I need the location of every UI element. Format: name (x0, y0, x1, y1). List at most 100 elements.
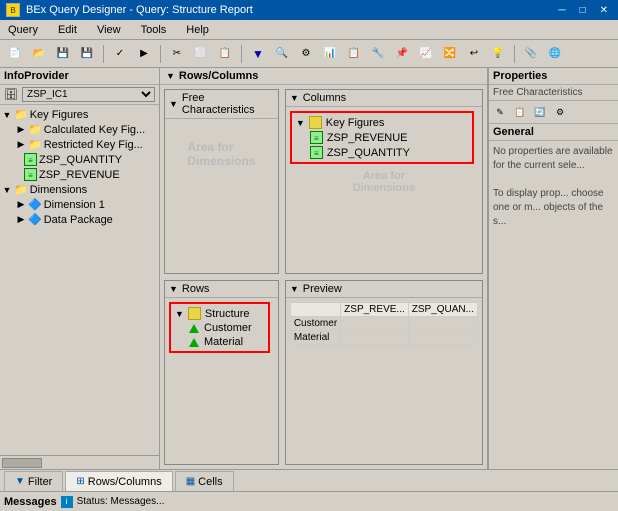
col-key-figures[interactable]: ▼ Key Figures (294, 115, 470, 130)
cell-icon: ▦ (186, 476, 195, 487)
tab-rows-columns[interactable]: ⊞ Rows/Columns (65, 471, 172, 491)
free-char-header: ▼ Free Characteristics (165, 90, 278, 119)
menu-query[interactable]: Query (4, 23, 42, 37)
prev-expand[interactable]: ▼ (290, 284, 299, 294)
tb6[interactable]: 📌 (391, 43, 413, 65)
col-expand[interactable]: ▼ (290, 93, 299, 103)
query-btn[interactable]: 🔍 (271, 43, 293, 65)
tree-key-figures[interactable]: ▼ 📁 Key Figures (2, 107, 157, 122)
col-zsp-quantity[interactable]: ≡ ZSP_QUANTITY (294, 145, 470, 160)
preview-cell-2 (408, 317, 477, 331)
tree-dim1[interactable]: ▶ 🔷 Dimension 1 (2, 197, 157, 212)
properties-header: Properties (489, 68, 618, 85)
row-expand[interactable]: ▼ (169, 284, 178, 294)
tb11[interactable]: 📎 (520, 43, 542, 65)
check-btn[interactable]: ✓ (109, 43, 131, 65)
rc-expand-icon[interactable]: ▼ (166, 71, 175, 81)
tb7[interactable]: 📈 (415, 43, 437, 65)
col-zsp-revenue[interactable]: ≡ ZSP_REVENUE (294, 130, 470, 145)
props-subheader: Free Characteristics (489, 85, 618, 101)
menu-view[interactable]: View (93, 23, 125, 37)
filter-icon: ▼ (15, 476, 25, 487)
preview-row-material: Material (290, 331, 477, 345)
tree-calc-kf[interactable]: ▶ 📁 Calculated Key Fig... (2, 122, 157, 137)
props-tb2[interactable]: 📋 (511, 103, 529, 121)
props-tb3[interactable]: 🔄 (531, 103, 549, 121)
rows-body: ▼ Structure Customer Material (165, 298, 278, 368)
title-bar: B BEx Query Designer - Query: Structure … (0, 0, 618, 20)
preview-col-1: ZSP_REVE... (341, 303, 409, 317)
folder-icon: 📁 (14, 108, 28, 121)
tree-zsp-revenue[interactable]: ≡ ZSP_REVENUE (2, 167, 157, 182)
fc-expand[interactable]: ▼ (169, 99, 178, 109)
save-btn[interactable]: 💾 (52, 43, 74, 65)
db-icon: 🗄 (4, 88, 18, 101)
cut-btn[interactable]: ✂ (166, 43, 188, 65)
properties-content: No properties are available for the curr… (489, 141, 618, 233)
save-as-btn[interactable]: 💾 (76, 43, 98, 65)
kf-icon: ≡ (310, 131, 323, 144)
filter-btn[interactable]: ▼ (247, 43, 269, 65)
dim-icon: 🔷 (28, 198, 42, 211)
open-btn[interactable]: 📂 (28, 43, 50, 65)
row-material[interactable]: Material (173, 335, 266, 349)
scroll-thumb[interactable] (2, 458, 42, 468)
tb12[interactable]: 🌐 (544, 43, 566, 65)
toolbar: 📄 📂 💾 💾 ✓ ▶ ✂ ⬜ 📋 ▼ 🔍 ⚙ 📊 📋 🔧 📌 📈 🔀 ↩ 💡 … (0, 40, 618, 68)
menu-edit[interactable]: Edit (54, 23, 81, 37)
kf-icon: ≡ (310, 146, 323, 159)
preview-body: ZSP_REVE... ZSP_QUAN... Customer (286, 298, 482, 358)
props-tb4[interactable]: ⚙ (551, 103, 569, 121)
row-structure[interactable]: ▼ Structure (173, 306, 266, 321)
messages-bar: Messages i Status: Messages... (0, 491, 618, 511)
paste-btn[interactable]: 📋 (214, 43, 236, 65)
tree-restricted-kf[interactable]: ▶ 📁 Restricted Key Fig... (2, 137, 157, 152)
maximize-btn[interactable]: □ (576, 5, 590, 16)
columns-header: ▼ Columns (286, 90, 482, 107)
preview-cell-3 (341, 331, 409, 345)
row-customer[interactable]: Customer (173, 321, 266, 335)
infoprovider-header: InfoProvider (0, 68, 159, 85)
menu-help[interactable]: Help (182, 23, 213, 37)
structure-icon (309, 116, 322, 129)
char-icon-material (189, 338, 199, 347)
infoprovider-tree: ▼ 📁 Key Figures ▶ 📁 Calculated Key Fig..… (0, 105, 159, 455)
provider-dropdown[interactable]: ZSP_IC1 (22, 87, 155, 102)
sep3 (241, 45, 242, 63)
tb8[interactable]: 🔀 (439, 43, 461, 65)
tb9[interactable]: ↩ (463, 43, 485, 65)
props-text: No properties are available for the curr… (493, 145, 614, 173)
menu-tools[interactable]: Tools (137, 23, 171, 37)
dim-icon: 🔷 (28, 213, 42, 226)
tree-dimensions[interactable]: ▼ 📁 Dimensions (2, 182, 157, 197)
free-char-area-text: Area forDimensions (187, 140, 255, 168)
columns-body: ▼ Key Figures ≡ ZSP_REVENUE ≡ ZSP_QUANTI… (286, 107, 482, 198)
minimize-btn[interactable]: ─ (554, 5, 569, 16)
title-text: BEx Query Designer - Query: Structure Re… (26, 4, 253, 16)
preview-row-label-customer: Customer (290, 317, 340, 331)
infoprovider-selector-row: 🗄 ZSP_IC1 (0, 85, 159, 105)
tab-filter[interactable]: ▼ Filter (4, 471, 63, 491)
menu-bar: Query Edit View Tools Help (0, 20, 618, 40)
tab-cells[interactable]: ▦ Cells (175, 471, 234, 491)
free-characteristics-section: ▼ Free Characteristics Area forDimension… (164, 89, 279, 274)
tree-zsp-quantity[interactable]: ≡ ZSP_QUANTITY (2, 152, 157, 167)
copy-btn[interactable]: ⬜ (190, 43, 212, 65)
preview-cell-1 (341, 317, 409, 331)
columns-highlight-box: ▼ Key Figures ≡ ZSP_REVENUE ≡ ZSP_QUANTI… (290, 111, 474, 164)
tb5[interactable]: 🔧 (367, 43, 389, 65)
tb4[interactable]: 📋 (343, 43, 365, 65)
structure-icon (188, 307, 201, 320)
new-btn[interactable]: 📄 (4, 43, 26, 65)
props-tb1[interactable]: ✎ (491, 103, 509, 121)
preview-header: ▼ Preview (286, 281, 482, 298)
tb3[interactable]: 📊 (319, 43, 341, 65)
status-text: Status: Messages... (77, 496, 165, 507)
infoprovider-scrollbar[interactable] (0, 455, 159, 469)
exec-btn[interactable]: ▶ (133, 43, 155, 65)
close-btn[interactable]: ✕ (596, 5, 612, 16)
sep2 (160, 45, 161, 63)
tree-data-package[interactable]: ▶ 🔷 Data Package (2, 212, 157, 227)
tb10[interactable]: 💡 (487, 43, 509, 65)
prop-btn[interactable]: ⚙ (295, 43, 317, 65)
